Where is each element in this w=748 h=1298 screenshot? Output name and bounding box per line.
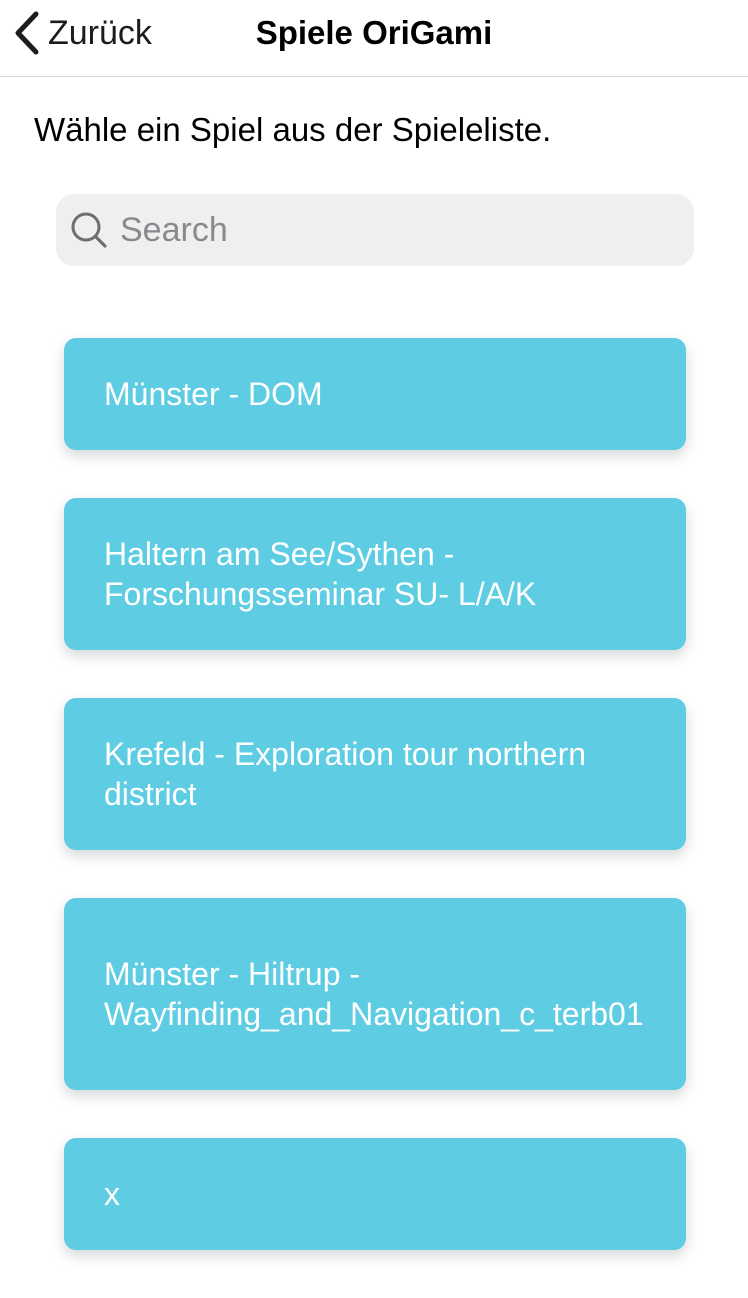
- game-item-label: Münster - Hiltrup - Wayfinding_and_Navig…: [104, 956, 644, 1032]
- instruction-text: Wähle ein Spiel aus der Spieleliste.: [34, 111, 552, 148]
- search-bar[interactable]: [56, 194, 694, 266]
- game-item-label: Haltern am See/Sythen - Forschungssemina…: [104, 536, 537, 612]
- game-item-haltern[interactable]: Haltern am See/Sythen - Forschungssemina…: [64, 498, 686, 650]
- game-item-label: Krefeld - Exploration tour northern dist…: [104, 736, 587, 812]
- search-input[interactable]: [118, 199, 642, 261]
- game-item-muenster-dom[interactable]: Münster - DOM: [64, 338, 686, 450]
- game-item-krefeld[interactable]: Krefeld - Exploration tour northern dist…: [64, 698, 686, 850]
- page-title: Spiele OriGami: [255, 14, 493, 51]
- game-item-label: x: [104, 1176, 120, 1212]
- navigation-bar: Zurück Spiele OriGami: [0, 0, 748, 77]
- game-list: Münster - DOM Haltern am See/Sythen - Fo…: [64, 338, 686, 1298]
- game-item-label: Münster - DOM: [104, 376, 323, 412]
- game-item-muenster-hiltrup[interactable]: Münster - Hiltrup - Wayfinding_and_Navig…: [64, 898, 686, 1090]
- game-item-x[interactable]: x: [64, 1138, 686, 1250]
- search-icon: [70, 211, 108, 249]
